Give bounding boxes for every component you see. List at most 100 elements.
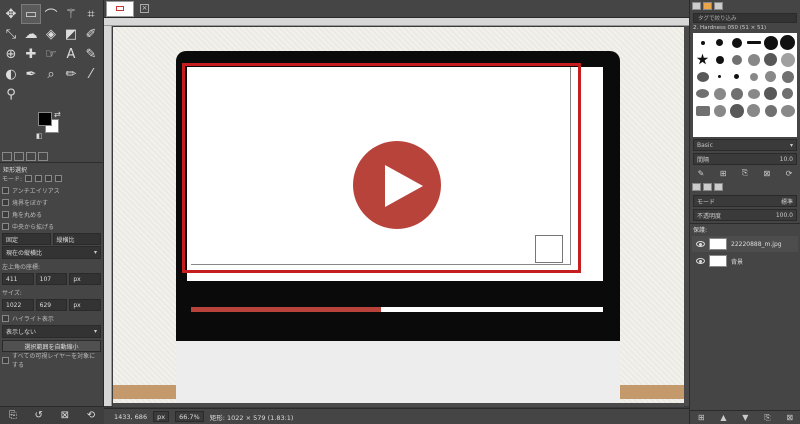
rect-select-icon[interactable]: ▭: [21, 4, 41, 24]
brush-swatch[interactable]: [747, 88, 760, 99]
tab-undo-history[interactable]: [26, 151, 36, 161]
mode-intersect-icon[interactable]: [55, 174, 63, 182]
transform-icon[interactable]: ⤡: [1, 24, 21, 44]
brush-swatch[interactable]: [781, 70, 794, 83]
guides-select[interactable]: 表示しない ▾: [2, 325, 101, 338]
expand-checkbox[interactable]: [2, 222, 9, 230]
feather-row[interactable]: 境界をぼかす: [0, 196, 103, 208]
reset-colors-icon[interactable]: ◧: [36, 132, 43, 140]
brush-swatch[interactable]: [780, 104, 795, 117]
duplicate-layer-icon[interactable]: ⎘: [764, 413, 770, 423]
close-icon[interactable]: ×: [140, 4, 149, 13]
layer-row[interactable]: 背景: [692, 253, 798, 269]
gradient-icon[interactable]: ◩: [61, 24, 81, 44]
unit-select[interactable]: px: [153, 411, 170, 422]
layer-mode-select[interactable]: モード 標準: [693, 195, 797, 207]
clone-icon[interactable]: ⊕: [1, 44, 21, 64]
feather-checkbox[interactable]: [2, 198, 9, 206]
heal-icon[interactable]: ✚: [21, 44, 41, 64]
raise-layer-icon[interactable]: ▲: [720, 413, 726, 422]
current-aspect-field[interactable]: 現在の縦横比 ▾: [2, 246, 101, 259]
tab-channels[interactable]: [703, 183, 712, 191]
brush-swatch[interactable]: [782, 88, 793, 99]
ink-icon[interactable]: ✒: [21, 64, 41, 84]
dodge-icon[interactable]: ◐: [1, 64, 21, 84]
brush-swatch[interactable]: [764, 104, 777, 117]
crop-icon[interactable]: ⌗: [81, 4, 101, 24]
smudge-icon[interactable]: ☞: [41, 44, 61, 64]
lasso-icon[interactable]: ⌒: [41, 4, 61, 24]
brush-swatch[interactable]: [731, 37, 742, 48]
mode-replace-icon[interactable]: [25, 174, 33, 182]
brush-filter-input[interactable]: タグで絞り込み: [693, 13, 797, 23]
position-x-input[interactable]: 411: [2, 273, 34, 285]
brush-icon[interactable]: ✏: [61, 64, 81, 84]
foreground-color[interactable]: [38, 112, 52, 126]
image-tab-thumbnail[interactable]: [106, 0, 134, 17]
airbrush-icon[interactable]: ⌕: [41, 64, 61, 84]
reset-options-icon[interactable]: ⟲: [87, 410, 95, 421]
brush-swatch[interactable]: [765, 71, 776, 82]
highlight-row[interactable]: ハイライト表示: [0, 312, 103, 324]
horizontal-scrollbar[interactable]: [113, 403, 684, 407]
brush-swatch[interactable]: [764, 53, 777, 66]
rounded-checkbox[interactable]: [2, 210, 9, 218]
eye-icon[interactable]: [696, 258, 705, 264]
size-h-input[interactable]: 629: [35, 299, 68, 311]
tab-device-status[interactable]: [14, 151, 24, 161]
warp-icon[interactable]: ☁: [21, 24, 41, 44]
tab-fonts[interactable]: [714, 2, 723, 10]
position-unit-select[interactable]: px: [69, 273, 102, 285]
new-layer-icon[interactable]: ⊞: [698, 413, 705, 422]
brush-swatch[interactable]: [763, 35, 778, 50]
brush-swatch[interactable]: [749, 72, 758, 81]
swap-colors-icon[interactable]: ⇄: [54, 110, 61, 119]
brush-grid[interactable]: [693, 33, 797, 137]
duplicate-brush-icon[interactable]: ⎘: [742, 168, 748, 178]
brush-category-select[interactable]: Basic ▾: [693, 139, 797, 151]
brush-swatch[interactable]: [780, 35, 795, 50]
brush-swatch[interactable]: [696, 71, 709, 82]
path-icon[interactable]: ✎: [81, 44, 101, 64]
brush-swatch[interactable]: [718, 75, 721, 78]
eraser-icon[interactable]: ✐: [81, 24, 101, 44]
ruler-vertical[interactable]: [104, 26, 112, 406]
tab-paths[interactable]: [714, 183, 723, 191]
edit-brush-icon[interactable]: ✎: [698, 169, 705, 178]
size-unit-select[interactable]: px: [69, 299, 102, 311]
delete-layer-icon[interactable]: ⊠: [786, 413, 793, 422]
layer-row[interactable]: 22220888_m.jpg: [692, 236, 798, 252]
fixed-select[interactable]: 縦横比: [52, 233, 101, 245]
brush-swatch[interactable]: [713, 104, 726, 117]
mode-add-icon[interactable]: [35, 174, 43, 182]
brush-swatch[interactable]: [747, 104, 760, 117]
refresh-brushes-icon[interactable]: ⟳: [786, 169, 793, 178]
delete-preset-icon[interactable]: ⊠: [61, 410, 69, 421]
delete-brush-icon[interactable]: ⊠: [764, 169, 771, 178]
brush-swatch[interactable]: [729, 103, 744, 118]
merged-checkbox[interactable]: [2, 356, 9, 364]
antialias-row[interactable]: アンチエイリアス: [0, 184, 103, 196]
antialias-checkbox[interactable]: [2, 186, 9, 194]
merged-row[interactable]: すべての可視レイヤーを対象にする: [0, 353, 103, 369]
lower-layer-icon[interactable]: ▼: [742, 413, 748, 422]
image-canvas[interactable]: [113, 27, 684, 403]
brush-swatch[interactable]: [696, 89, 709, 98]
zoom-select[interactable]: 66.7%: [175, 411, 204, 422]
tab-brushes[interactable]: [692, 2, 701, 10]
text-icon[interactable]: A: [61, 44, 81, 64]
position-y-input[interactable]: 107: [35, 273, 68, 285]
expand-row[interactable]: 中央から拡げる: [0, 220, 103, 232]
bucket-icon[interactable]: ◈: [41, 24, 61, 44]
zoom-icon[interactable]: ⚲: [1, 84, 21, 104]
selection-rectangle[interactable]: [182, 63, 581, 273]
tab-tool-options[interactable]: [2, 151, 12, 161]
new-brush-icon[interactable]: ⊞: [720, 169, 727, 178]
brush-swatch[interactable]: [713, 87, 726, 100]
brush-swatch[interactable]: [780, 52, 795, 67]
save-preset-icon[interactable]: ⎘: [9, 410, 17, 421]
brush-swatch[interactable]: [731, 54, 742, 65]
eye-icon[interactable]: [696, 241, 705, 247]
opacity-slider[interactable]: 不透明度 100.0: [693, 209, 797, 221]
tab-patterns[interactable]: [703, 2, 712, 10]
